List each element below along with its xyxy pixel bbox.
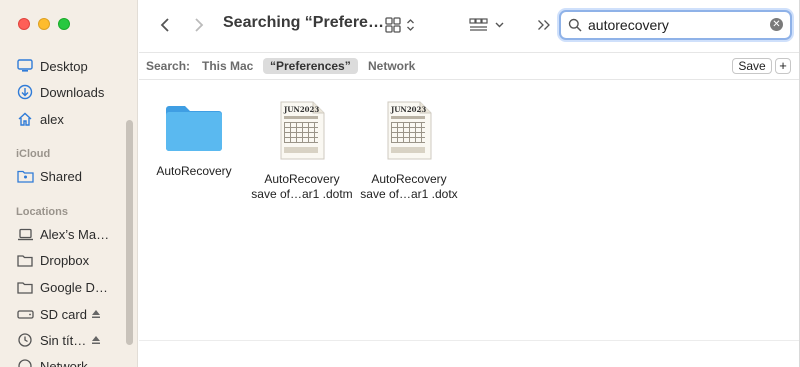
status-divider [139,340,799,341]
chevron-down-icon [495,22,504,28]
calendar-template-icon: JUN2023 [280,101,325,160]
add-criteria-button[interactable]: + [775,58,791,74]
icon-grid-icon [385,17,401,33]
result-item[interactable]: JUN2023 AutoRecovery save of…ar1 .dotm [247,101,357,202]
folder-icon [166,106,222,151]
sidebar-scrollbar[interactable] [126,120,133,345]
sidebar-item-sd-card[interactable]: SD card [16,303,100,325]
drive-icon [16,305,34,323]
sidebar-item-label: alex [40,111,64,127]
scope-this-mac[interactable]: This Mac [195,58,260,74]
group-by-button[interactable] [469,13,504,37]
search-field[interactable]: autorecovery ✕ [559,10,792,40]
sidebar-item-macintosh[interactable]: Alex’s Ma… [16,223,109,245]
chevron-right-icon [195,18,204,32]
double-chevron-right-icon [538,20,550,30]
sidebar: Desktop Downloads alex iCloud Shared Loc… [0,0,138,367]
sidebar-item-desktop[interactable]: Desktop [16,55,88,77]
results-area: AutoRecovery JUN2023 AutoRecovery save o… [139,81,799,367]
search-icon [568,18,582,32]
folder-icon [16,251,34,269]
sidebar-heading-icloud: iCloud [16,148,51,160]
search-scope-bar: Search: This Mac “Preferences” Network S… [139,52,799,80]
clear-search-icon[interactable]: ✕ [770,18,783,31]
result-item[interactable]: AutoRecovery [139,101,249,179]
fullscreen-window-button[interactable] [58,18,70,30]
file-name-line2: save of…ar1 .dotm [251,187,353,201]
finder-window: Desktop Downloads alex iCloud Shared Loc… [0,0,800,367]
sidebar-item-label: Network [40,358,88,367]
sidebar-item-shared[interactable]: Shared [16,165,82,187]
thumbnail-month: JUN2023 [283,105,319,114]
up-down-chevron-icon [407,19,414,31]
chevron-left-icon [160,18,169,32]
group-icon [469,18,488,31]
home-icon [16,110,34,128]
sidebar-item-network[interactable]: Network [16,355,88,367]
sidebar-item-downloads[interactable]: Downloads [16,81,104,103]
eject-icon[interactable] [91,333,101,348]
forward-button[interactable] [187,13,211,37]
file-name: AutoRecovery save of…ar1 .dotx [354,172,464,202]
sidebar-item-label: Desktop [40,58,88,74]
window-controls [18,18,70,30]
sidebar-item-label: Google D… [40,279,108,295]
search-input[interactable]: autorecovery [588,17,669,33]
file-name-line1: AutoRecovery [264,172,340,186]
file-name: AutoRecovery save of…ar1 .dotm [247,172,357,202]
close-window-button[interactable] [18,18,30,30]
back-button[interactable] [153,13,177,37]
sidebar-item-label: Shared [40,168,82,184]
sidebar-item-dropbox[interactable]: Dropbox [16,249,89,271]
shared-folder-icon [16,167,34,185]
sidebar-item-google-drive[interactable]: Google D… [16,276,108,298]
laptop-icon [16,225,34,243]
thumbnail-month: JUN2023 [390,105,426,114]
sidebar-item-label: SD card [40,306,87,322]
result-item[interactable]: JUN2023 AutoRecovery save of…ar1 .dotx [354,101,464,202]
sidebar-item-label: Sin tít… [40,332,87,348]
scope-network[interactable]: Network [361,58,422,74]
scope-label: Search: [146,59,191,73]
network-icon [16,357,34,367]
scope-preferences[interactable]: “Preferences” [263,58,358,74]
file-name-line1: AutoRecovery [371,172,447,186]
file-name-line2: save of…ar1 .dotx [360,187,458,201]
clock-icon [16,331,34,349]
window-title: Searching “Prefere… [223,14,384,31]
eject-icon[interactable] [91,307,101,322]
more-toolbar-button[interactable] [537,13,551,37]
toolbar: Searching “Prefere… autorecovery ✕ [139,0,799,50]
sidebar-item-label: Dropbox [40,252,90,268]
save-search-button[interactable]: Save [732,58,772,74]
sidebar-heading-locations: Locations [16,206,68,218]
minimize-window-button[interactable] [38,18,50,30]
downloads-icon [16,83,34,101]
sidebar-item-label: Alex’s Ma… [40,226,110,242]
desktop-icon [16,57,34,75]
folder-icon [16,278,34,296]
sidebar-item-label: Downloads [40,84,105,100]
file-name: AutoRecovery [156,164,232,178]
sidebar-item-time-machine[interactable]: Sin tít… [16,329,100,351]
sidebar-item-home[interactable]: alex [16,108,64,130]
view-mode-button[interactable] [385,13,415,37]
calendar-template-icon: JUN2023 [387,101,432,160]
